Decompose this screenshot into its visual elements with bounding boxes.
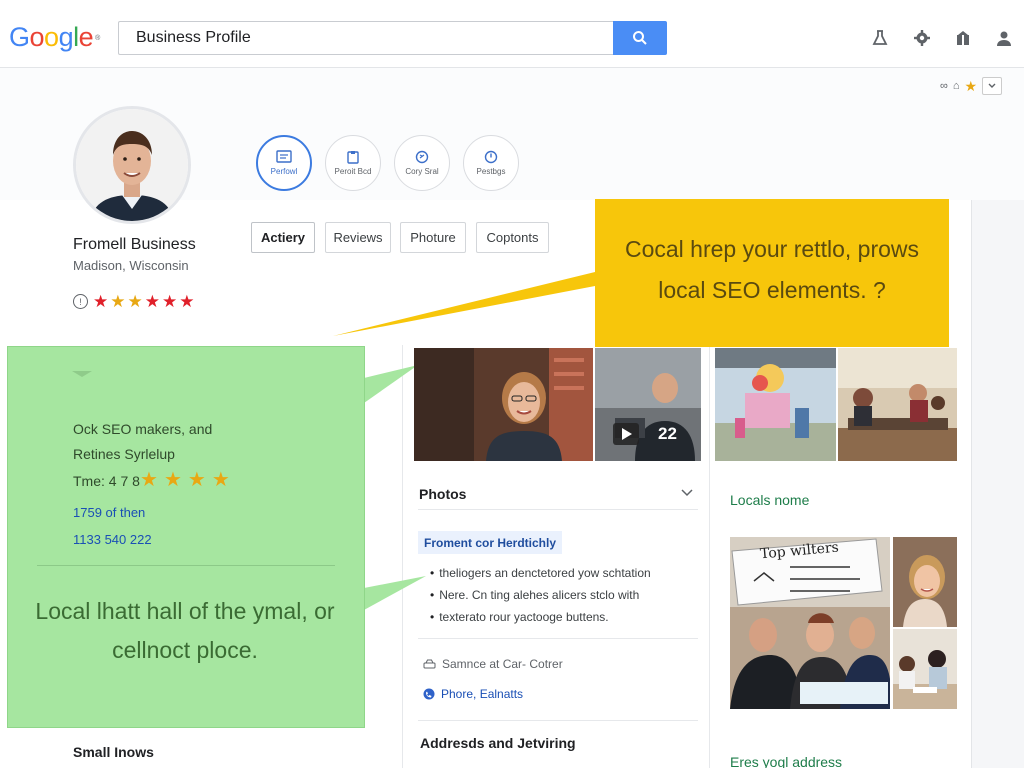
star-icon: ★	[187, 469, 206, 491]
logo-letter: e	[78, 22, 94, 52]
logo-trademark: ®	[95, 35, 100, 43]
action-button-cory-sral[interactable]: Cory Sral	[394, 135, 450, 191]
lock-icon[interactable]: ⌂	[953, 80, 960, 92]
list-item: texterato rour yactooge buttens.	[430, 606, 651, 628]
callout-link[interactable]: 1759 of then	[73, 505, 145, 520]
gear-icon[interactable]	[911, 27, 933, 49]
action-label: Perfowl	[270, 167, 298, 176]
tab-photure[interactable]: Photure	[400, 222, 466, 253]
divider	[37, 565, 335, 566]
highlight-tag[interactable]: Froment cor Herdtichly	[418, 531, 563, 554]
mini-toolbar: ∞ ⌂ ★	[940, 76, 1003, 96]
logo-letter: o	[44, 22, 59, 52]
list-item: theliogers an denctetored yow schtation	[430, 562, 650, 584]
flask-icon[interactable]	[869, 27, 891, 49]
action-label: Peroit Bcd	[334, 167, 372, 176]
caret-icon	[72, 371, 92, 377]
rating-label: Tme: 4 7 8	[73, 473, 140, 489]
list-item: Nere. Cn ting alehes alicers stclo with	[430, 584, 651, 606]
action-label: Cory Sral	[405, 167, 439, 176]
avatar[interactable]	[73, 106, 191, 224]
google-logo[interactable]: Google ®	[9, 22, 100, 53]
search-button[interactable]	[613, 21, 667, 55]
address-link[interactable]: Eres yogl address	[730, 754, 842, 768]
business-name: Fromell Business	[73, 236, 196, 253]
video-duration: 22	[658, 424, 677, 443]
star-icon: ★	[110, 292, 126, 311]
video-thumbnail[interactable]: 22	[595, 348, 701, 461]
action-label: Pestbgs	[476, 167, 506, 176]
star-icon[interactable]: ★	[965, 78, 978, 95]
edit-icon	[276, 150, 292, 163]
clock-icon	[484, 150, 498, 164]
column-divider	[709, 345, 710, 768]
rating-stars: ! ★ ★ ★ ★ ★ ★	[73, 293, 195, 310]
logo-letter: g	[58, 22, 74, 52]
photo-cafe-tables[interactable]	[838, 348, 957, 461]
photo-woman-smiling[interactable]	[414, 348, 593, 461]
star-icon: ★	[93, 292, 109, 311]
callout-stars: ★ ★ ★ ★	[140, 470, 230, 490]
star-icon: ★	[140, 469, 158, 491]
column-divider	[402, 345, 403, 768]
photos-title: Photos	[419, 486, 467, 502]
top-bar: Google ®	[0, 0, 1024, 68]
star-icon: ★	[144, 292, 160, 311]
photo-classroom[interactable]	[893, 629, 957, 709]
phone-row[interactable]: Phore, Ealnatts	[423, 687, 523, 701]
callout-text: Retines Syrlelup	[73, 446, 175, 462]
star-icon: ★	[163, 469, 182, 491]
info-icon[interactable]: !	[73, 294, 88, 309]
star-icon: ★	[211, 469, 230, 491]
chevron-down-icon[interactable]	[982, 77, 1003, 95]
star-icon: ★	[127, 292, 143, 311]
clipboard-icon	[347, 151, 359, 164]
small-inows-heading: Small Inows	[73, 744, 154, 760]
divider	[418, 509, 698, 510]
action-button-pestbgs[interactable]: Pestbgs	[463, 135, 519, 191]
action-button-peroit-bcd[interactable]: Peroit Bcd	[325, 135, 381, 191]
photo-group-sign[interactable]: Top wilters	[730, 537, 890, 709]
share-icon	[415, 150, 429, 164]
address-title: Addresds and Jetviring	[420, 735, 576, 751]
phone-label: Phore, Ealnatts	[441, 687, 524, 701]
chevron-down-icon[interactable]	[680, 486, 694, 500]
search-input[interactable]	[118, 21, 614, 55]
callout-phone-link[interactable]: 1133 540 222	[73, 532, 152, 547]
star-icon: ★	[162, 292, 178, 311]
car-icon	[423, 659, 436, 669]
service-label: Samnce at Car- Cotrer	[442, 657, 563, 671]
callout-line: local SEO elements. ?	[658, 277, 886, 303]
search-icon	[633, 31, 647, 45]
divider	[418, 638, 698, 639]
star-icon: ★	[179, 292, 195, 311]
link-icon[interactable]: ∞	[940, 80, 948, 92]
logo-letter: G	[9, 22, 30, 52]
photo-woman-portrait[interactable]	[893, 537, 957, 627]
divider	[418, 720, 698, 721]
callout-text: Ock SEO makers, and	[73, 421, 213, 437]
gift-icon[interactable]	[952, 27, 974, 49]
logo-letter: o	[29, 22, 45, 52]
business-location: Madison, Wisconsin	[73, 258, 189, 273]
callout-big-text: Local lhatt hall of the ymal, or cellnoc…	[35, 598, 335, 663]
seo-callout-green	[7, 346, 365, 728]
photo-market-stall[interactable]	[715, 348, 836, 461]
callout-line: Cocal hrep your rettlo, prows	[624, 236, 919, 262]
phone-icon	[423, 688, 435, 700]
service-row[interactable]: Samnce at Car- Cotrer	[423, 657, 563, 671]
tab-actiery[interactable]: Actiery	[251, 222, 315, 253]
seo-callout-yellow: Cocal hrep your rettlo, prows local SEO …	[595, 199, 949, 347]
account-icon[interactable]	[993, 27, 1015, 49]
tab-coptonts[interactable]: Coptonts	[476, 222, 549, 253]
locals-link[interactable]: Locals nome	[730, 492, 809, 508]
feature-list: theliogers an denctetored yow schtation …	[430, 562, 651, 628]
tab-reviews[interactable]: Reviews	[325, 222, 391, 253]
action-button-perfowl[interactable]: Perfowl	[256, 135, 312, 191]
